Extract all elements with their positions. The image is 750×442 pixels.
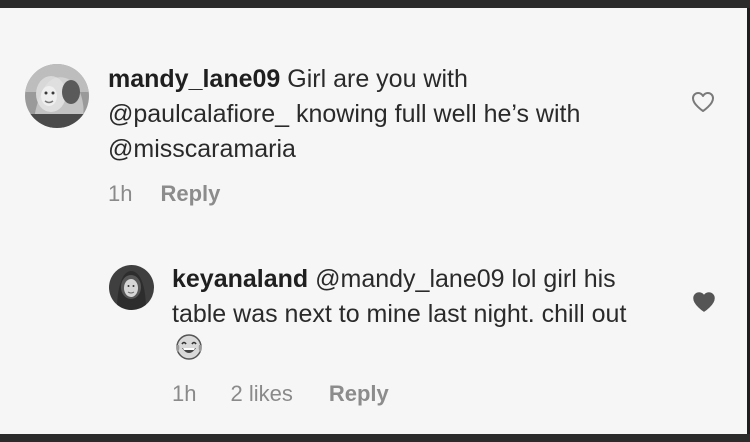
comment-body: keyanaland @mandy_lane09 lol girl his ta… (172, 262, 652, 371)
avatar[interactable] (109, 265, 154, 310)
avatar[interactable] (25, 64, 89, 128)
like-button[interactable] (692, 291, 716, 318)
heart-filled-icon (693, 292, 715, 312)
username-link[interactable]: keyanaland (172, 265, 308, 293)
comment-meta: 1h Reply (108, 181, 220, 207)
tears-of-joy-emoji (174, 333, 204, 371)
avatar-image (109, 265, 154, 310)
timestamp: 1h (108, 181, 133, 206)
likes-count[interactable]: 2 likes (230, 381, 292, 407)
reply-button[interactable]: Reply (329, 381, 389, 407)
like-button[interactable] (691, 91, 715, 118)
avatar-image (25, 64, 89, 128)
timestamp: 1h (172, 381, 197, 406)
username-link[interactable]: mandy_lane09 (108, 65, 280, 93)
reply-button[interactable]: Reply (160, 181, 220, 207)
heart-outline-icon (692, 92, 714, 112)
comment-meta: 1h 2 likes Reply (172, 381, 389, 407)
comment-body: mandy_lane09 Girl are you with @paulcala… (108, 62, 648, 167)
